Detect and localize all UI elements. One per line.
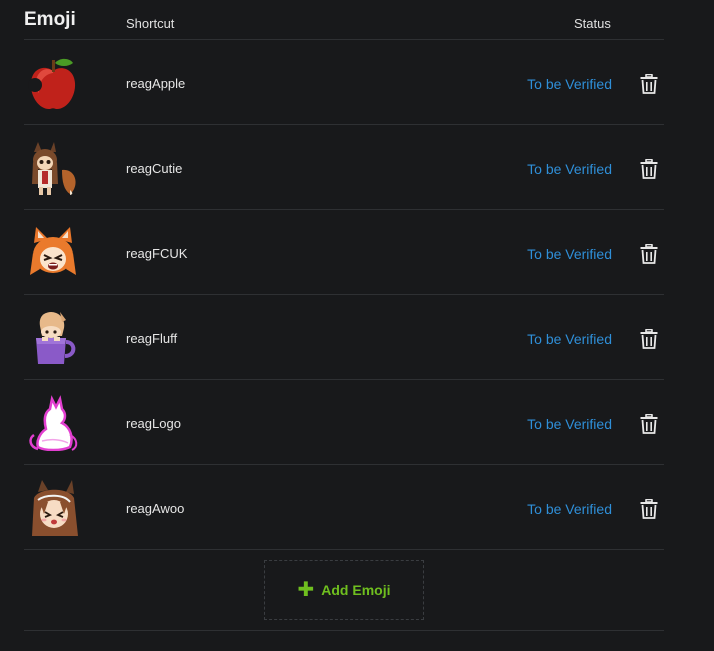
emoji-shortcut: reagCutie [126,161,183,176]
logo-silhouette-icon [26,395,80,451]
awoo-girl-icon [26,480,80,536]
trash-icon[interactable] [640,74,658,94]
emoji-shortcut: reagAwoo [126,501,185,516]
trash-icon[interactable] [640,329,658,349]
trash-icon[interactable] [640,159,658,179]
page-title: Emoji [24,9,76,30]
table-row: reagFCUK To be Verified [24,210,664,295]
status-link[interactable]: To be Verified [527,331,612,347]
table-row: reagFluff To be Verified [24,295,664,380]
status-link[interactable]: To be Verified [527,416,612,432]
apple-icon [26,55,80,111]
orange-fox-icon [26,225,80,281]
add-emoji-button[interactable]: ✚ Add Emoji [264,560,424,620]
emoji-shortcut: reagFluff [126,331,178,346]
table-row: reagCutie To be Verified [24,125,664,210]
column-header-status: Status [574,16,611,31]
fox-girl-icon [26,140,80,196]
mug-girl-icon [26,310,80,366]
trash-icon[interactable] [640,499,658,519]
column-header-shortcut: Shortcut [126,16,175,31]
status-link[interactable]: To be Verified [527,76,612,92]
status-link[interactable]: To be Verified [527,161,612,177]
trash-icon[interactable] [640,414,658,434]
table-row: reagApple To be Verified [24,40,664,125]
emoji-shortcut: reagApple [126,76,186,91]
emoji-shortcut: reagLogo [126,416,181,431]
status-link[interactable]: To be Verified [527,501,612,517]
table-header: Emoji Shortcut Status [24,0,664,40]
trash-icon[interactable] [640,244,658,264]
plus-icon: ✚ [297,579,315,601]
table-row: reagAwoo To be Verified [24,465,664,550]
emoji-panel: Emoji Shortcut Status reagApple To be Ve… [24,0,664,651]
emoji-shortcut: reagFCUK [126,246,188,261]
add-emoji-label: Add Emoji [321,582,391,598]
add-emoji-area: ✚ Add Emoji [24,550,664,631]
status-link[interactable]: To be Verified [527,246,612,262]
table-row: reagLogo To be Verified [24,380,664,465]
